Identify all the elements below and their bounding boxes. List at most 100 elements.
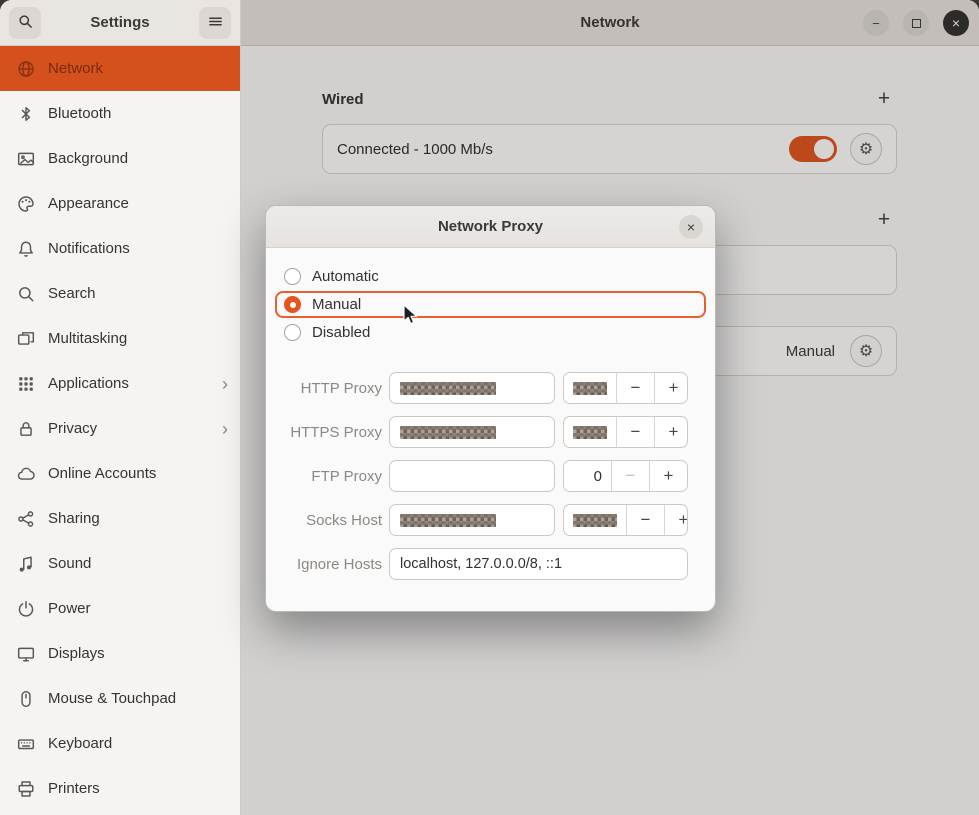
dialog-close-button[interactable]: × <box>679 215 703 239</box>
https-proxy-label: HTTPS Proxy <box>282 424 382 441</box>
sidebar-item-label: Online Accounts <box>48 465 228 482</box>
sidebar: Settings Network Bluetooth Background <box>0 0 241 815</box>
sidebar-item-applications[interactable]: Applications › <box>0 361 240 406</box>
redacted-host-value <box>400 514 496 527</box>
sidebar-headerbar: Settings <box>0 0 240 46</box>
share-icon <box>17 510 35 528</box>
printer-icon <box>17 780 35 798</box>
redacted-port-value <box>573 382 607 395</box>
http-proxy-input[interactable] <box>389 372 555 404</box>
radio-icon[interactable] <box>284 268 301 285</box>
sidebar-item-label: Keyboard <box>48 735 228 752</box>
chevron-right-icon: › <box>222 375 228 393</box>
proxy-fields: HTTP Proxy − + HTTPS Proxy − + <box>266 372 715 580</box>
redacted-port-value <box>573 426 607 439</box>
radio-row-manual[interactable]: Manual <box>275 291 706 318</box>
socks-host-row: Socks Host − + <box>282 504 699 536</box>
ftp-port-value[interactable]: 0 <box>564 461 611 491</box>
sidebar-item-printers[interactable]: Printers <box>0 766 240 811</box>
cloud-icon <box>17 465 35 483</box>
network-proxy-dialog: Network Proxy × Automatic Manual Disable… <box>265 205 716 612</box>
dialog-headerbar: Network Proxy × <box>266 206 715 248</box>
windows-icon <box>17 330 35 348</box>
radio-row-disabled[interactable]: Disabled <box>275 319 706 346</box>
spin-plus-button[interactable]: + <box>654 373 688 403</box>
http-proxy-label: HTTP Proxy <box>282 380 382 397</box>
ignore-hosts-label: Ignore Hosts <box>282 556 382 573</box>
https-port-spinner: − + <box>563 416 688 448</box>
radio-label: Manual <box>312 296 361 313</box>
https-port-value[interactable] <box>564 417 616 447</box>
spin-minus-button[interactable]: − <box>616 373 654 403</box>
sidebar-item-network[interactable]: Network <box>0 46 240 91</box>
ignore-hosts-input[interactable]: localhost, 127.0.0.0/8, ::1 <box>389 548 688 580</box>
spin-minus-button[interactable]: − <box>616 417 654 447</box>
app-title: Settings <box>45 14 195 31</box>
sidebar-item-multitasking[interactable]: Multitasking <box>0 316 240 361</box>
http-port-spinner: − + <box>563 372 688 404</box>
power-icon <box>17 600 35 618</box>
sidebar-item-label: Search <box>48 285 228 302</box>
redacted-host-value <box>400 426 496 439</box>
http-port-value[interactable] <box>564 373 616 403</box>
sidebar-item-power[interactable]: Power <box>0 586 240 631</box>
sidebar-item-label: Network <box>48 60 228 77</box>
search-button[interactable] <box>9 7 41 39</box>
sidebar-item-background[interactable]: Background <box>0 136 240 181</box>
grid-icon <box>17 375 35 393</box>
radio-row-automatic[interactable]: Automatic <box>275 263 706 290</box>
socks-host-input[interactable] <box>389 504 555 536</box>
socks-host-label: Socks Host <box>282 512 382 529</box>
ftp-port-spinner: 0 − + <box>563 460 688 492</box>
sidebar-item-bluetooth[interactable]: Bluetooth <box>0 91 240 136</box>
settings-window: Settings Network Bluetooth Background <box>0 0 979 815</box>
sidebar-item-label: Power <box>48 600 228 617</box>
radio-icon[interactable] <box>284 324 301 341</box>
sidebar-item-mouse-touchpad[interactable]: Mouse & Touchpad <box>0 676 240 721</box>
display-icon <box>17 645 35 663</box>
spin-plus-button[interactable]: + <box>664 505 688 535</box>
close-icon: × <box>687 219 695 235</box>
radio-selected-icon[interactable] <box>284 296 301 313</box>
ftp-proxy-label: FTP Proxy <box>282 468 382 485</box>
bluetooth-icon <box>17 105 35 123</box>
sidebar-item-label: Appearance <box>48 195 228 212</box>
socks-port-value[interactable] <box>564 505 626 535</box>
https-proxy-input[interactable] <box>389 416 555 448</box>
sidebar-item-sound[interactable]: Sound <box>0 541 240 586</box>
sidebar-item-appearance[interactable]: Appearance <box>0 181 240 226</box>
magnifier-icon <box>17 285 35 303</box>
ftp-proxy-input[interactable] <box>389 460 555 492</box>
menu-button[interactable] <box>199 7 231 39</box>
ftp-proxy-row: FTP Proxy 0 − + <box>282 460 699 492</box>
sidebar-item-sharing[interactable]: Sharing <box>0 496 240 541</box>
spin-minus-button[interactable]: − <box>626 505 664 535</box>
globe-icon <box>17 60 35 78</box>
dialog-body: Automatic Manual Disabled HTTP Proxy − + <box>266 248 715 580</box>
radio-label: Disabled <box>312 324 370 341</box>
palette-icon <box>17 195 35 213</box>
sidebar-item-notifications[interactable]: Notifications <box>0 226 240 271</box>
keyboard-icon <box>17 735 35 753</box>
spin-minus-button[interactable]: − <box>611 461 649 491</box>
dialog-title: Network Proxy <box>438 218 543 235</box>
sidebar-item-search[interactable]: Search <box>0 271 240 316</box>
sidebar-item-label: Multitasking <box>48 330 228 347</box>
spin-plus-button[interactable]: + <box>649 461 687 491</box>
mouse-icon <box>17 690 35 708</box>
sidebar-item-label: Printers <box>48 780 228 797</box>
sidebar-item-label: Background <box>48 150 228 167</box>
sidebar-item-displays[interactable]: Displays <box>0 631 240 676</box>
sidebar-item-keyboard[interactable]: Keyboard <box>0 721 240 766</box>
sidebar-item-online-accounts[interactable]: Online Accounts <box>0 451 240 496</box>
sidebar-item-privacy[interactable]: Privacy › <box>0 406 240 451</box>
hamburger-icon <box>208 14 223 32</box>
music-note-icon <box>17 555 35 573</box>
redacted-host-value <box>400 382 496 395</box>
redacted-port-value <box>573 514 617 527</box>
sidebar-item-label: Privacy <box>48 420 209 437</box>
radio-label: Automatic <box>312 268 379 285</box>
spin-plus-button[interactable]: + <box>654 417 688 447</box>
sidebar-nav: Network Bluetooth Background Appearance … <box>0 46 240 811</box>
https-proxy-row: HTTPS Proxy − + <box>282 416 699 448</box>
